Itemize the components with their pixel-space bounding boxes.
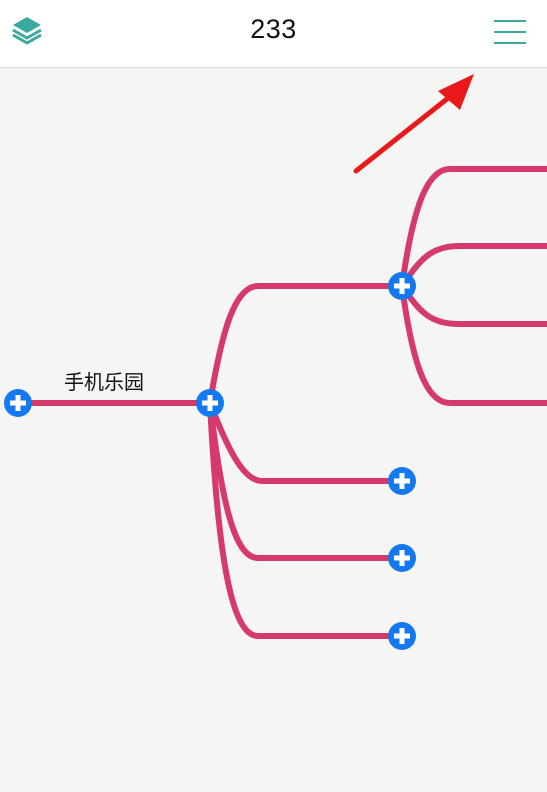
mindmap-canvas[interactable]: [0, 68, 547, 792]
expand-button-root[interactable]: [4, 389, 32, 417]
branch-lower-1: [207, 400, 405, 484]
page-title: 233: [250, 14, 297, 44]
expand-button-center[interactable]: [196, 389, 224, 417]
sub-branch-2: [399, 243, 547, 289]
branch-upper: [207, 283, 405, 406]
sub-branch-4: [399, 283, 547, 406]
sub-branch-3: [399, 283, 547, 327]
sub-branch-1: [399, 166, 547, 289]
root-node-label[interactable]: 手机乐园: [64, 366, 144, 395]
mindmap-svg: [4, 74, 547, 650]
branch-lower-3: [207, 400, 405, 639]
menu-button[interactable]: [490, 14, 532, 50]
expand-button-lower-1[interactable]: [388, 467, 416, 495]
app-header: 233: [0, 0, 547, 68]
expand-button-lower-3[interactable]: [388, 622, 416, 650]
annotation-arrow-icon: [353, 74, 474, 174]
hamburger-menu-icon: [494, 20, 526, 44]
expand-button-lower-2[interactable]: [388, 544, 416, 572]
expand-button-upper[interactable]: [388, 272, 416, 300]
